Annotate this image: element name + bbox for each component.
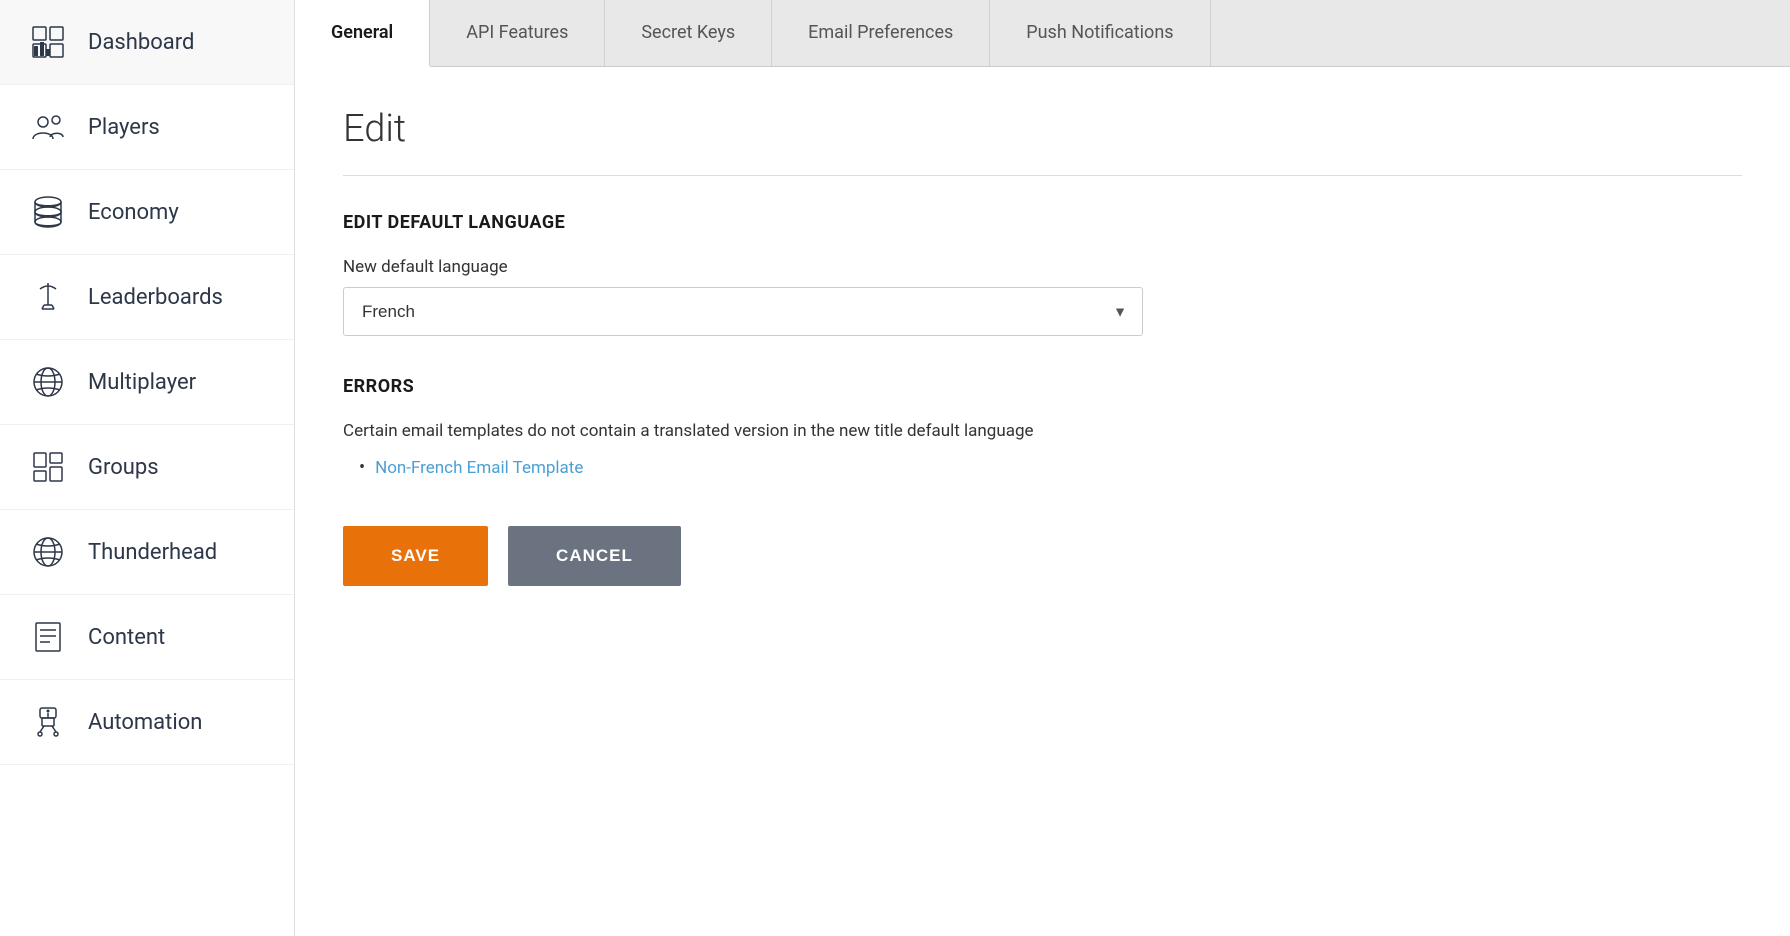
sidebar-item-multiplayer[interactable]: Multiplayer <box>0 340 294 425</box>
sidebar-item-automation[interactable]: Automation <box>0 680 294 765</box>
sidebar-item-dashboard-label: Dashboard <box>88 30 194 55</box>
sidebar-item-automation-label: Automation <box>88 710 202 735</box>
error-list-item: • Non-French Email Template <box>359 457 1742 478</box>
tab-bar: General API Features Secret Keys Email P… <box>295 0 1790 67</box>
sidebar-item-thunderhead[interactable]: Thunderhead <box>0 510 294 595</box>
sidebar-item-groups-label: Groups <box>88 455 159 480</box>
title-divider <box>343 175 1742 176</box>
leaderboards-icon <box>28 277 68 317</box>
players-icon <box>28 107 68 147</box>
main-content: General API Features Secret Keys Email P… <box>295 0 1790 936</box>
tab-general[interactable]: General <box>295 0 430 67</box>
page-title: Edit <box>343 107 1742 151</box>
multiplayer-icon <box>28 362 68 402</box>
automation-icon <box>28 702 68 742</box>
thunderhead-icon <box>28 532 68 572</box>
save-button[interactable]: SAVE <box>343 526 488 586</box>
sidebar-item-economy[interactable]: Economy <box>0 170 294 255</box>
sidebar-item-leaderboards-label: Leaderboards <box>88 285 223 310</box>
edit-language-section-title: EDIT DEFAULT LANGUAGE <box>343 212 1742 233</box>
sidebar-item-content-label: Content <box>88 625 165 650</box>
sidebar-item-players-label: Players <box>88 115 160 140</box>
bullet-point: • <box>359 457 365 478</box>
economy-icon <box>28 192 68 232</box>
language-select[interactable]: English French Spanish German Italian Po… <box>343 287 1143 336</box>
sidebar-item-thunderhead-label: Thunderhead <box>88 540 217 565</box>
language-select-wrapper: English French Spanish German Italian Po… <box>343 287 1143 336</box>
sidebar-item-multiplayer-label: Multiplayer <box>88 370 196 395</box>
content-icon <box>28 617 68 657</box>
tab-email-preferences[interactable]: Email Preferences <box>772 0 990 66</box>
form-actions: SAVE CANCEL <box>343 526 1742 586</box>
groups-icon <box>28 447 68 487</box>
page-content: Edit EDIT DEFAULT LANGUAGE New default l… <box>295 67 1790 936</box>
sidebar-item-players[interactable]: Players <box>0 85 294 170</box>
language-field-label: New default language <box>343 257 1742 277</box>
edit-default-language-section: EDIT DEFAULT LANGUAGE New default langua… <box>343 212 1742 336</box>
cancel-button[interactable]: CANCEL <box>508 526 681 586</box>
sidebar-item-groups[interactable]: Groups <box>0 425 294 510</box>
dashboard-icon <box>28 22 68 62</box>
tab-push-notifications[interactable]: Push Notifications <box>990 0 1210 66</box>
error-template-link[interactable]: Non-French Email Template <box>375 458 583 478</box>
errors-section: ERRORS Certain email templates do not co… <box>343 376 1742 478</box>
errors-description: Certain email templates do not contain a… <box>343 421 1742 441</box>
sidebar-item-content[interactable]: Content <box>0 595 294 680</box>
tab-api-features[interactable]: API Features <box>430 0 605 66</box>
sidebar-item-leaderboards[interactable]: Leaderboards <box>0 255 294 340</box>
errors-section-title: ERRORS <box>343 376 1742 397</box>
sidebar-item-dashboard[interactable]: Dashboard <box>0 0 294 85</box>
sidebar: Dashboard Players <box>0 0 295 936</box>
sidebar-item-economy-label: Economy <box>88 200 179 225</box>
tab-secret-keys[interactable]: Secret Keys <box>605 0 772 66</box>
